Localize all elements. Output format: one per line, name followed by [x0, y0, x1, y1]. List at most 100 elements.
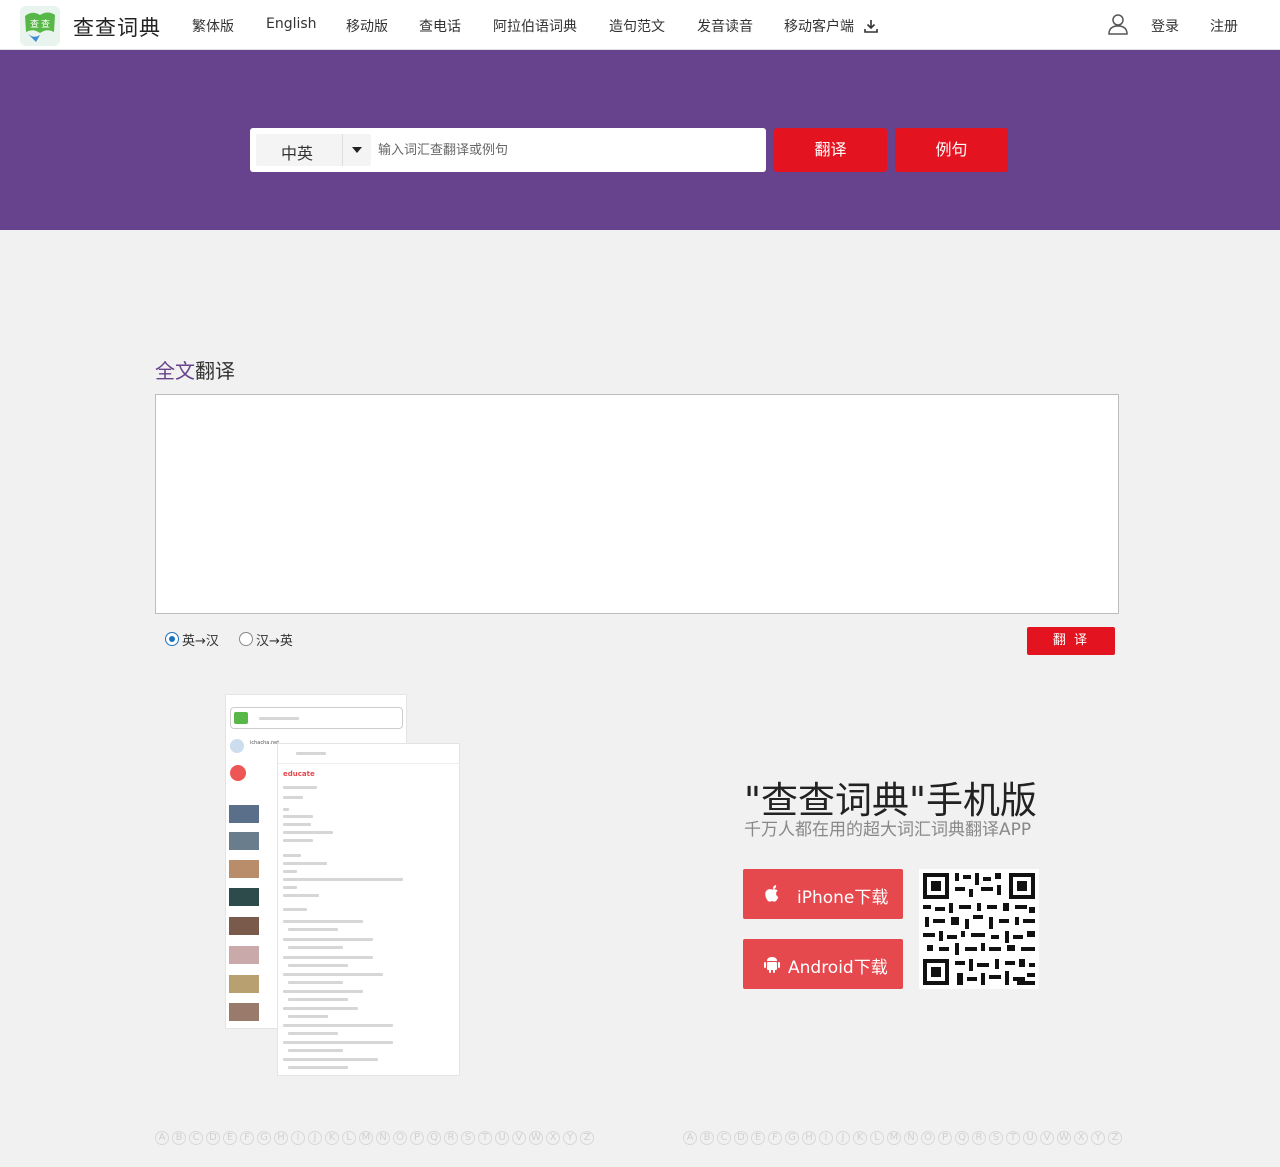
nav-mobile[interactable]: 移动版 [346, 16, 388, 36]
alphabet-letter-k[interactable]: K [325, 1131, 339, 1145]
nav-sentences[interactable]: 造句范文 [609, 16, 665, 36]
alphabet-index-left: ABCDEFGHIJKLMNOPQRSTUVWXYZ [155, 1131, 597, 1145]
alphabet-letter-e[interactable]: E [223, 1131, 237, 1145]
nav-english[interactable]: English [266, 16, 317, 32]
alphabet-letter-s[interactable]: S [461, 1131, 475, 1145]
app-screenshot-word-title: educate [283, 770, 315, 778]
user-icon[interactable] [1107, 13, 1129, 35]
nav-mobile-client-label: 移动客户端 [784, 19, 854, 35]
alphabet-letter-k[interactable]: K [853, 1131, 867, 1145]
language-select-value: 中英 [281, 144, 314, 163]
iphone-download-button[interactable]: iPhone下载 [743, 869, 903, 919]
nav-pronunciation[interactable]: 发音读音 [697, 16, 753, 36]
alphabet-letter-n[interactable]: N [904, 1131, 918, 1145]
register-link[interactable]: 注册 [1210, 16, 1238, 36]
nav-phone-lookup[interactable]: 查电话 [419, 16, 461, 36]
alphabet-letter-h[interactable]: H [274, 1131, 288, 1145]
mini-badge-icon [230, 765, 246, 781]
alphabet-letter-q[interactable]: Q [427, 1131, 441, 1145]
alphabet-letter-m[interactable]: M [359, 1131, 373, 1145]
alphabet-letter-r[interactable]: R [972, 1131, 986, 1145]
radio-unchecked-icon[interactable] [239, 632, 253, 646]
alphabet-letter-a[interactable]: A [155, 1131, 169, 1145]
search-banner: 中英 翻译 例句 [0, 50, 1280, 230]
fulltext-title-rest: 翻译 [195, 359, 235, 383]
alphabet-letter-f[interactable]: F [240, 1131, 254, 1145]
alphabet-letter-o[interactable]: O [393, 1131, 407, 1145]
alphabet-letter-y[interactable]: Y [1091, 1131, 1105, 1145]
alphabet-letter-i[interactable]: I [291, 1131, 305, 1145]
alphabet-letter-w[interactable]: W [1057, 1131, 1071, 1145]
alphabet-letter-j[interactable]: J [836, 1131, 850, 1145]
alphabet-letter-g[interactable]: G [257, 1131, 271, 1145]
alphabet-letter-a[interactable]: A [683, 1131, 697, 1145]
android-download-button[interactable]: Android下载 [743, 939, 903, 989]
language-select[interactable]: 中英 [256, 134, 371, 166]
top-nav: 查 查 查查词典 繁体版 English 移动版 查电话 阿拉伯语词典 造句范文… [0, 0, 1280, 50]
apple-icon [765, 885, 779, 902]
alphabet-letter-y[interactable]: Y [563, 1131, 577, 1145]
logo-icon[interactable]: 查 查 [20, 6, 60, 46]
qr-code [919, 869, 1039, 989]
search-box: 中英 [250, 128, 766, 172]
app-screenshot-searchbar [230, 707, 403, 729]
android-download-label: Android下载 [788, 958, 888, 978]
mini-avatar-icon [230, 739, 244, 753]
app-subtitle: 千万人都在用的超大词汇词典翻译APP [744, 820, 1032, 840]
alphabet-letter-v[interactable]: V [1040, 1131, 1054, 1145]
nav-traditional[interactable]: 繁体版 [192, 16, 234, 36]
brand-name[interactable]: 查查词典 [73, 12, 161, 42]
alphabet-letter-x[interactable]: X [1074, 1131, 1088, 1145]
alphabet-letter-z[interactable]: Z [1108, 1131, 1122, 1145]
alphabet-letter-c[interactable]: C [189, 1131, 203, 1145]
alphabet-letter-m[interactable]: M [887, 1131, 901, 1145]
alphabet-letter-p[interactable]: P [938, 1131, 952, 1145]
alphabet-letter-b[interactable]: B [700, 1131, 714, 1145]
search-input[interactable] [378, 136, 758, 164]
alphabet-letter-d[interactable]: D [734, 1131, 748, 1145]
alphabet-letter-n[interactable]: N [376, 1131, 390, 1145]
alphabet-index-right: ABCDEFGHIJKLMNOPQRSTUVWXYZ [683, 1131, 1125, 1145]
alphabet-letter-u[interactable]: U [495, 1131, 509, 1145]
nav-mobile-client[interactable]: 移动客户端 [784, 16, 879, 36]
iphone-download-label: iPhone下载 [797, 888, 889, 908]
alphabet-letter-p[interactable]: P [410, 1131, 424, 1145]
alphabet-letter-t[interactable]: T [1006, 1131, 1020, 1145]
login-link[interactable]: 登录 [1151, 16, 1179, 36]
fulltext-textarea[interactable] [155, 394, 1119, 614]
alphabet-letter-t[interactable]: T [478, 1131, 492, 1145]
example-sentence-button[interactable]: 例句 [895, 128, 1008, 172]
alphabet-letter-z[interactable]: Z [580, 1131, 594, 1145]
fulltext-title-accent: 全文 [155, 359, 195, 383]
radio-checked-icon[interactable] [165, 632, 179, 646]
nav-arabic-dict[interactable]: 阿拉伯语词典 [493, 16, 577, 36]
alphabet-letter-u[interactable]: U [1023, 1131, 1037, 1145]
alphabet-letter-r[interactable]: R [444, 1131, 458, 1145]
alphabet-letter-c[interactable]: C [717, 1131, 731, 1145]
alphabet-letter-o[interactable]: O [921, 1131, 935, 1145]
alphabet-letter-v[interactable]: V [512, 1131, 526, 1145]
alphabet-letter-g[interactable]: G [785, 1131, 799, 1145]
app-screenshot-word: educate [277, 743, 460, 1076]
app-screenshot-site: ichacha.net [250, 740, 280, 746]
direction-zh-en-label: 汉→英 [256, 634, 293, 649]
mini-logo-icon [234, 712, 248, 724]
fulltext-translate-button[interactable]: 翻 译 [1027, 627, 1115, 655]
alphabet-letter-d[interactable]: D [206, 1131, 220, 1145]
chevron-down-icon[interactable] [342, 134, 371, 166]
alphabet-letter-w[interactable]: W [529, 1131, 543, 1145]
alphabet-letter-l[interactable]: L [870, 1131, 884, 1145]
download-icon [864, 20, 879, 33]
alphabet-letter-e[interactable]: E [751, 1131, 765, 1145]
alphabet-letter-f[interactable]: F [768, 1131, 782, 1145]
alphabet-letter-x[interactable]: X [546, 1131, 560, 1145]
alphabet-letter-b[interactable]: B [172, 1131, 186, 1145]
alphabet-letter-s[interactable]: S [989, 1131, 1003, 1145]
translate-button[interactable]: 翻译 [774, 128, 887, 172]
alphabet-letter-i[interactable]: I [819, 1131, 833, 1145]
fulltext-title: 全文翻译 [155, 355, 235, 384]
alphabet-letter-j[interactable]: J [308, 1131, 322, 1145]
alphabet-letter-l[interactable]: L [342, 1131, 356, 1145]
alphabet-letter-q[interactable]: Q [955, 1131, 969, 1145]
alphabet-letter-h[interactable]: H [802, 1131, 816, 1145]
